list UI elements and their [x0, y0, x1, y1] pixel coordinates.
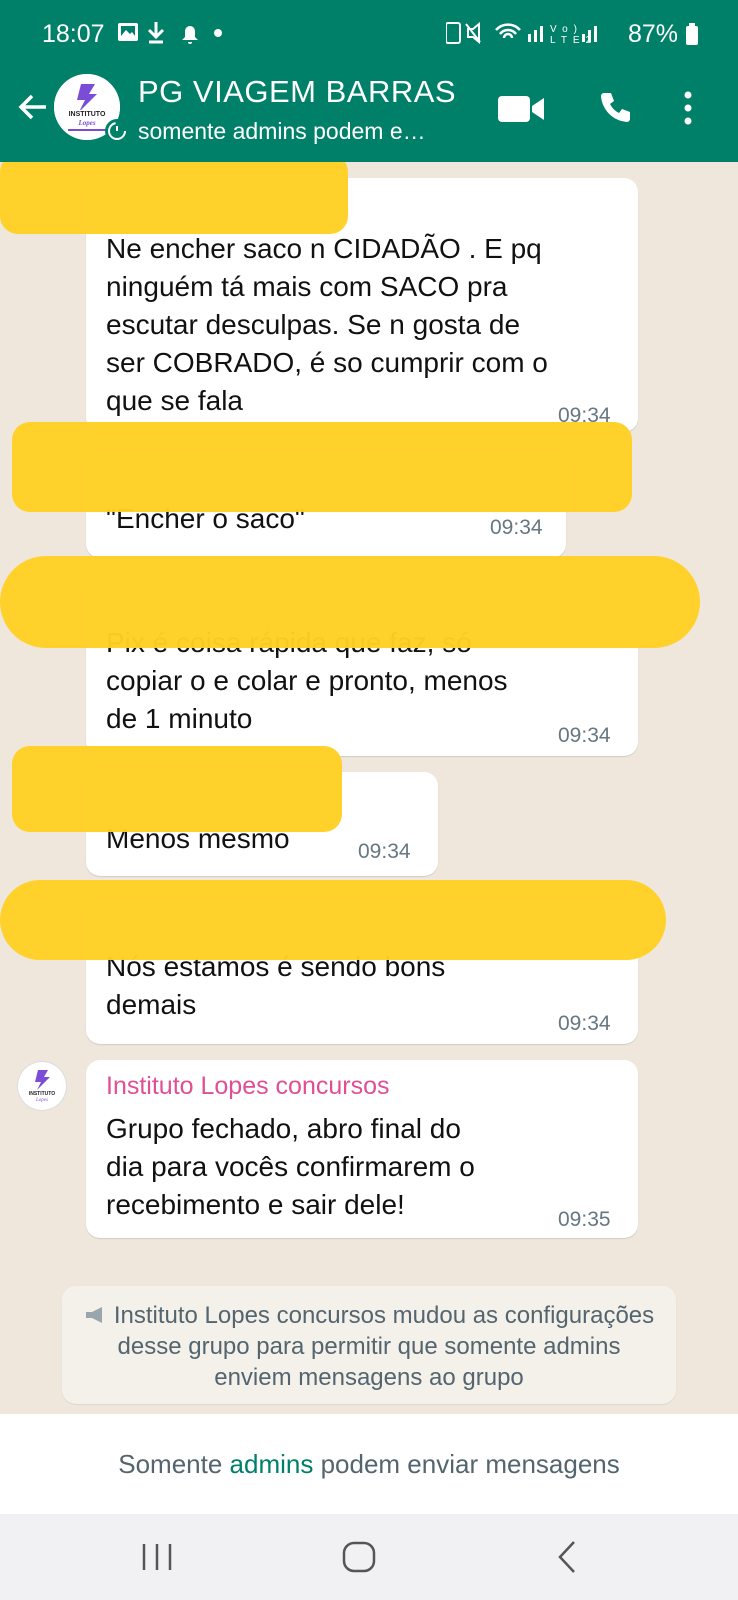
battery-level: 87%	[628, 20, 699, 49]
home-icon	[342, 1541, 376, 1573]
sender-name[interactable]: Instituto Lopes concursos	[106, 1072, 390, 1101]
phone-icon	[601, 93, 630, 122]
message-bubble[interactable]: Instituto Lopes concursos Grupo fechado,…	[18, 1060, 638, 1238]
video-call-button[interactable]	[496, 92, 546, 131]
more-options-button[interactable]	[682, 90, 694, 131]
sender-avatar[interactable]: INSTITUTO Lopes	[18, 1062, 66, 1110]
svg-text:Lopes: Lopes	[77, 119, 95, 127]
disappearing-timer-icon	[105, 119, 129, 143]
status-bar: 18:07 Vo) LTE2 87%	[0, 0, 738, 68]
recent-apps-button[interactable]	[134, 1534, 180, 1580]
voice-call-button[interactable]	[596, 90, 632, 131]
recent-apps-icon	[142, 1544, 172, 1570]
svg-text:INSTITUTO: INSTITUTO	[69, 111, 106, 118]
system-message: Instituto Lopes concursos mudou as confi…	[62, 1286, 676, 1404]
nav-back-icon	[558, 1541, 575, 1573]
message-time: 09:34	[358, 840, 411, 863]
home-button[interactable]	[336, 1534, 382, 1580]
redaction-mark	[0, 162, 348, 234]
message-time: 09:35	[558, 1208, 611, 1231]
chat-header: INSTITUTO Lopes PG VIAGEM BARRAS somente…	[0, 68, 738, 162]
back-arrow-icon	[18, 94, 46, 120]
back-button[interactable]	[10, 84, 56, 130]
system-icons: Vo) LTE2	[445, 20, 626, 52]
message-text: Ne encher saco n CIDADÃO . E pq ninguém …	[106, 233, 548, 416]
group-subtitle[interactable]: somente admins podem e…	[138, 118, 478, 145]
system-nav-bar	[0, 1514, 738, 1600]
message-text: Grupo fechado, abro final do dia para vo…	[106, 1113, 475, 1220]
megaphone-icon	[85, 1307, 102, 1323]
chat-area[interactable]: Ne encher saco n CIDADÃO . E pq ninguém …	[0, 162, 738, 1414]
redaction-mark	[12, 422, 632, 512]
nav-back-button[interactable]	[546, 1534, 592, 1580]
admins-link[interactable]: admins	[230, 1449, 314, 1479]
admins-only-footer: Somente admins podem enviar mensagens	[0, 1414, 738, 1514]
video-call-icon	[498, 96, 544, 122]
message-time: 09:34	[558, 724, 611, 747]
status-time: 18:07	[42, 20, 105, 48]
group-title[interactable]: PG VIAGEM BARRAS	[138, 74, 456, 110]
svg-text:Lopes: Lopes	[35, 1098, 48, 1103]
redaction-mark	[0, 880, 666, 960]
svg-text:INSTITUTO: INSTITUTO	[29, 1091, 55, 1097]
more-options-icon	[684, 91, 692, 125]
redaction-mark	[12, 746, 342, 832]
redaction-mark	[0, 556, 700, 648]
message-time: 09:34	[490, 516, 543, 539]
message-time: 09:34	[558, 1012, 611, 1035]
notification-icons	[118, 20, 238, 52]
svg-text:Vo): Vo)	[550, 24, 583, 35]
